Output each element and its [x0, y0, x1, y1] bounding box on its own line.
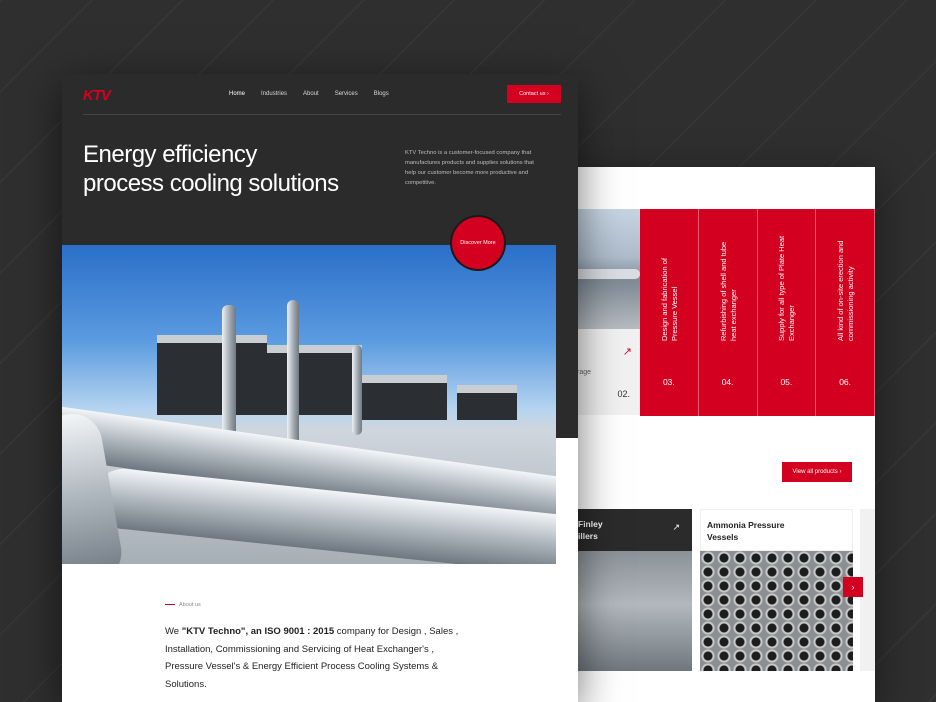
arrow-up-right-icon: ↗	[672, 522, 680, 532]
hero-title: Energy efficiency process cooling soluti…	[83, 140, 383, 198]
back-page-preview: ↗ rage 02. Design and fabrication of Pre…	[560, 167, 875, 702]
view-all-label: View all products	[792, 469, 838, 475]
product-image	[560, 551, 692, 671]
service-card-text: rage	[577, 369, 592, 376]
hero-photo	[62, 245, 556, 564]
contact-label: Contact us	[519, 91, 546, 97]
service-column-4[interactable]: Refurbishing of shell and tube heat exch…	[698, 209, 758, 416]
service-card-number: 02.	[617, 389, 630, 399]
service-column-number: 05.	[780, 377, 793, 387]
front-page-preview: KTV Home Industries About Services Blogs…	[62, 74, 578, 702]
product-card[interactable]: Finley illers ↗	[560, 509, 692, 671]
hero-title-line1: Energy efficiency	[83, 141, 257, 168]
arrow-up-right-icon: ↗	[622, 346, 632, 358]
about-prefix: We	[165, 626, 182, 637]
chevron-right-icon: ›	[839, 469, 842, 475]
service-column-text: Supply for all type of Plate Heat Exchan…	[777, 235, 797, 341]
chevron-right-icon: ›	[546, 91, 549, 97]
logo-text: KTV	[83, 87, 111, 104]
service-column-text: Refurbishing of shell and tube heat exch…	[718, 241, 738, 341]
hero-title-line2: process cooling solutions	[83, 170, 339, 197]
about-bold: "KTV Techno", an ISO 9001 : 2015	[181, 626, 335, 637]
service-column-text: Design and fabrication of Pressure Vesse…	[659, 258, 679, 341]
product-title-line2: illers	[578, 531, 598, 541]
discover-more-button[interactable]: Discover More	[452, 217, 504, 269]
ktv-logo[interactable]: KTV	[83, 87, 111, 104]
view-all-products-button[interactable]: View all products ›	[782, 462, 852, 482]
about-text: We "KTV Techno", an ISO 9001 : 2015 comp…	[165, 623, 465, 693]
product-card[interactable]: Ammonia Pressure Vessels	[700, 509, 853, 671]
contact-us-button[interactable]: Contact us ›	[507, 85, 561, 103]
service-column-text: All kind of on-site erection and commiss…	[836, 240, 856, 341]
chevron-right-icon: ›	[851, 582, 855, 592]
nav-item-about[interactable]: About	[303, 91, 319, 97]
nav-item-home[interactable]: Home	[229, 91, 245, 97]
service-column-number: 04.	[721, 377, 734, 387]
nav-item-blogs[interactable]: Blogs	[374, 91, 389, 97]
product-title-line2: Vessels	[707, 532, 739, 542]
product-title-line1: Ammonia Pressure	[707, 520, 785, 530]
product-title-line1: Finley	[578, 519, 603, 529]
service-column-number: 03.	[662, 377, 675, 387]
nav-item-industries[interactable]: Industries	[261, 91, 287, 97]
about-label: About us	[165, 602, 201, 608]
service-columns: Design and fabrication of Pressure Vesse…	[640, 209, 875, 416]
service-column-5[interactable]: Supply for all type of Plate Heat Exchan…	[757, 209, 817, 416]
service-column-3[interactable]: Design and fabrication of Pressure Vesse…	[640, 209, 699, 416]
hero-intro: KTV Techno is a customer-focused company…	[405, 150, 534, 186]
product-image	[700, 551, 853, 671]
carousel-next-button[interactable]: ›	[843, 577, 863, 597]
service-column-6[interactable]: All kind of on-site erection and commiss…	[816, 209, 875, 416]
header-divider	[83, 114, 561, 115]
service-column-number: 06.	[839, 377, 852, 387]
main-nav: Home Industries About Services Blogs	[229, 91, 405, 97]
nav-item-services[interactable]: Services	[335, 91, 358, 97]
